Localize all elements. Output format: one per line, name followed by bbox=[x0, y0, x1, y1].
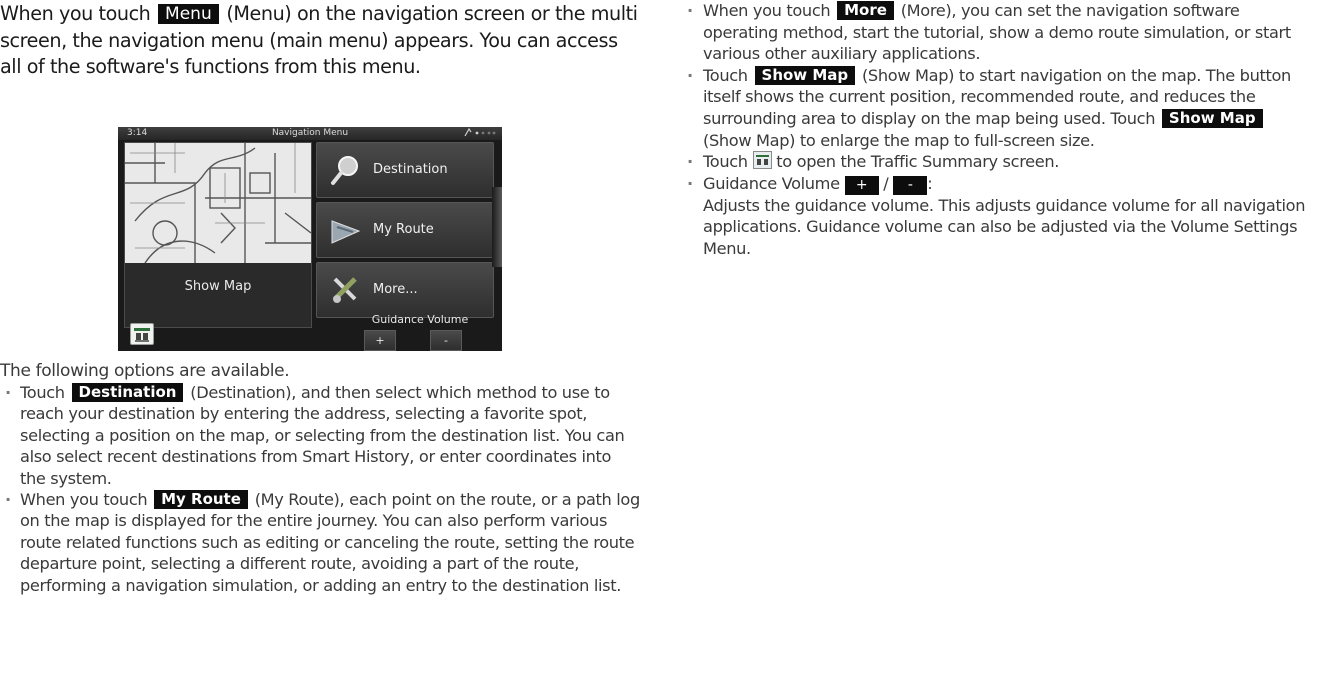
right-column: When you touch More (More), you can set … bbox=[682, 0, 1312, 260]
volume-minus-tag: - bbox=[893, 175, 928, 195]
left-bullet-list: Touch Destination (Destination), and the… bbox=[0, 382, 640, 596]
volume-down-button[interactable]: - bbox=[430, 330, 462, 351]
show-map-label: Show Map bbox=[184, 279, 252, 294]
list-item: When you touch My Route (My Route), each… bbox=[0, 489, 640, 596]
destination-button[interactable]: Destination bbox=[316, 142, 494, 198]
list-item: Touch Destination (Destination), and the… bbox=[0, 382, 640, 489]
scroll-edge bbox=[492, 187, 502, 267]
guidance-description: Adjusts the guidance volume. This adjust… bbox=[703, 195, 1306, 258]
list-item: Guidance Volume + / -:Adjusts the guidan… bbox=[682, 173, 1312, 260]
more-tag: More bbox=[837, 1, 894, 20]
bullet-text: (Show Map) to enlarge the map to full-sc… bbox=[703, 130, 1095, 150]
volume-up-button[interactable]: + bbox=[364, 330, 396, 351]
bullet-text: Guidance Volume bbox=[703, 173, 845, 193]
intro-text: When you touch bbox=[0, 2, 157, 25]
status-bar: 3:14 Navigation Menu bbox=[118, 127, 502, 140]
traffic-summary-button[interactable] bbox=[130, 323, 154, 345]
signal-icon bbox=[464, 127, 496, 137]
tools-icon bbox=[333, 277, 357, 303]
guidance-volume-label: Guidance Volume bbox=[371, 313, 469, 326]
status-icons bbox=[463, 127, 497, 142]
bullet-text: : bbox=[927, 173, 933, 193]
left-column: When you touch Menu (Menu) on the naviga… bbox=[0, 0, 640, 81]
traffic-icon bbox=[752, 151, 772, 170]
menu-button-label: Menu bbox=[158, 4, 219, 24]
my-route-label: My Route bbox=[373, 222, 434, 237]
map-thumbnail-icon bbox=[125, 143, 311, 263]
magnifier-icon bbox=[331, 156, 358, 185]
bullet-text: Touch bbox=[703, 152, 753, 172]
options-section: The following options are available. Tou… bbox=[0, 360, 640, 596]
route-sign-icon bbox=[331, 220, 361, 244]
bullet-text: to open the Traffic Summary screen. bbox=[771, 152, 1060, 172]
volume-plus-tag: + bbox=[844, 175, 879, 195]
options-intro: The following options are available. bbox=[0, 361, 290, 381]
my-route-tag: My Route bbox=[154, 490, 248, 510]
more-button[interactable]: More... bbox=[316, 262, 494, 318]
more-label: More... bbox=[373, 282, 418, 297]
bullet-text: Touch bbox=[703, 65, 753, 85]
list-item: When you touch More (More), you can set … bbox=[682, 0, 1312, 65]
screen-title: Navigation Menu bbox=[271, 128, 349, 138]
list-item: Touch Show Map (Show Map) to start navig… bbox=[682, 65, 1312, 151]
bullet-text: Touch bbox=[20, 383, 70, 402]
show-map-tag: Show Map bbox=[754, 65, 856, 85]
show-map-tag: Show Map bbox=[1161, 108, 1263, 128]
navigation-menu-screenshot: 3:14 Navigation Menu Show Map Destinatio… bbox=[118, 127, 502, 351]
my-route-button[interactable]: My Route bbox=[316, 202, 494, 258]
bullet-text: When you touch bbox=[703, 1, 836, 20]
traffic-icon bbox=[134, 328, 150, 342]
right-bullet-list: When you touch More (More), you can set … bbox=[682, 0, 1312, 260]
destination-tag: Destination bbox=[71, 383, 184, 402]
intro-paragraph: When you touch Menu (Menu) on the naviga… bbox=[0, 0, 640, 81]
list-item: Touch to open the Traffic Summary screen… bbox=[682, 151, 1312, 173]
bullet-text: / bbox=[878, 173, 894, 193]
manual-page: When you touch Menu (Menu) on the naviga… bbox=[0, 0, 1319, 687]
show-map-button[interactable]: Show Map bbox=[124, 142, 312, 328]
bullet-text: When you touch bbox=[20, 490, 153, 510]
destination-label: Destination bbox=[373, 162, 448, 177]
